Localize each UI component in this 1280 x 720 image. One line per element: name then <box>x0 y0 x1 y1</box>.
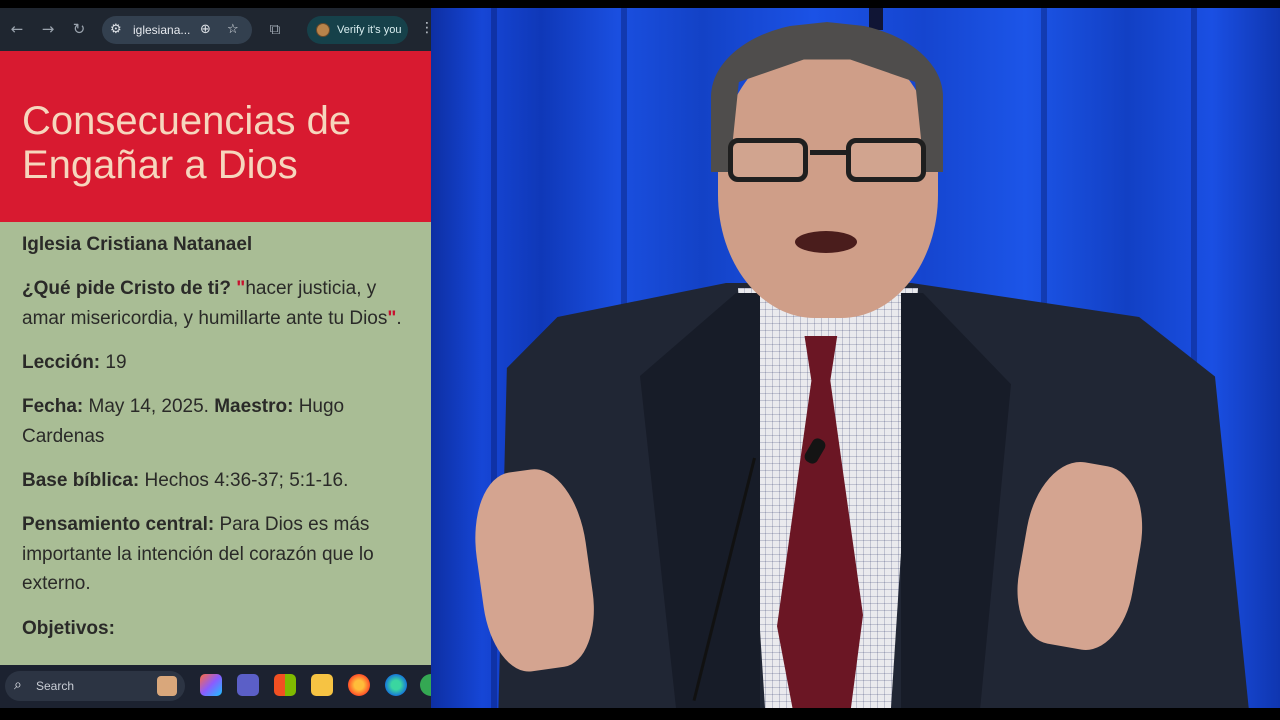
edge-icon[interactable] <box>385 674 407 696</box>
date-value: May 14, 2025. <box>88 396 209 418</box>
teacher-label: Maestro: <box>214 396 294 418</box>
church-name: Iglesia Cristiana Natanael <box>22 230 422 260</box>
base-value: Hechos 4:36-37; 5:1-16. <box>144 469 349 491</box>
profile-avatar-icon <box>316 23 330 37</box>
lesson-label: Lección: <box>22 351 101 373</box>
browser-window: ← → ↻ ⚙ iglesiana... ⊕ ☆ ⧉ Verify it's y… <box>0 8 431 708</box>
glasses-lens-left <box>728 138 808 182</box>
glasses-bridge <box>810 150 846 155</box>
reload-icon[interactable]: ↻ <box>70 20 88 38</box>
chrome-icon[interactable] <box>420 674 431 696</box>
central-thought: Pensamiento central: Para Dios es más im… <box>22 510 422 599</box>
key-question: ¿Qué pide Cristo de ti? "hacer justicia,… <box>22 274 422 333</box>
copilot-icon[interactable] <box>200 674 222 696</box>
lesson-date-teacher: Fecha: May 14, 2025. Maestro: Hugo Carde… <box>22 392 422 451</box>
site-settings-icon[interactable]: ⚙ <box>110 22 122 37</box>
lesson-value: 19 <box>105 351 127 373</box>
page-banner: Consecuencias de Engañar a Dios <box>0 51 431 222</box>
base-label: Base bíblica: <box>22 469 140 491</box>
browser-toolbar: ← → ↻ ⚙ iglesiana... ⊕ ☆ ⧉ Verify it's y… <box>0 8 431 51</box>
presenter-mouth <box>795 231 857 253</box>
teams-icon[interactable] <box>237 674 259 696</box>
search-icon: ⌕ <box>14 677 22 693</box>
end-punctuation: . <box>396 307 402 329</box>
arrow-left-icon[interactable]: ← <box>8 20 26 38</box>
glasses-icon <box>728 136 928 188</box>
taskbar-search[interactable]: ⌕ Search <box>5 671 185 701</box>
search-highlight-icon <box>157 676 177 696</box>
address-bar[interactable]: ⚙ iglesiana... ⊕ ☆ <box>102 16 252 44</box>
page-title: Consecuencias de Engañar a Dios <box>22 99 352 187</box>
lesson-number: Lección: 19 <box>22 348 422 378</box>
arrow-right-icon[interactable]: → <box>39 20 57 38</box>
store-icon[interactable] <box>274 674 296 696</box>
taskbar: ⌕ Search <box>0 665 431 708</box>
date-label: Fecha: <box>22 396 84 418</box>
thought-label: Pensamiento central: <box>22 514 215 536</box>
church-label: Iglesia Cristiana Natanael <box>22 234 253 255</box>
verify-label: Verify it's you <box>337 24 402 36</box>
verify-identity-button[interactable]: Verify it's you <box>307 16 408 44</box>
glasses-lens-right <box>846 138 926 182</box>
question-label: ¿Qué pide Cristo de ti? <box>22 278 232 300</box>
firefox-icon[interactable] <box>348 674 370 696</box>
objectives-label: Objetivos: <box>22 617 115 639</box>
lesson-content: Iglesia Cristiana Natanael ¿Qué pide Cri… <box>22 230 422 658</box>
file-explorer-icon[interactable] <box>311 674 333 696</box>
zoom-icon[interactable]: ⊕ <box>200 22 211 37</box>
open-quote: " <box>236 278 246 300</box>
presenter-video <box>431 8 1280 708</box>
bible-base: Base bíblica: Hechos 4:36-37; 5:1-16. <box>22 466 422 496</box>
url-text: iglesiana... <box>133 23 191 37</box>
star-icon[interactable]: ☆ <box>227 22 239 37</box>
search-label: Search <box>36 679 75 693</box>
puzzle-icon[interactable]: ⧉ <box>266 20 284 38</box>
objectives-heading: Objetivos: <box>22 614 422 644</box>
backdrop-stand <box>869 8 883 30</box>
more-vertical-icon[interactable]: ⋮ <box>420 20 431 36</box>
